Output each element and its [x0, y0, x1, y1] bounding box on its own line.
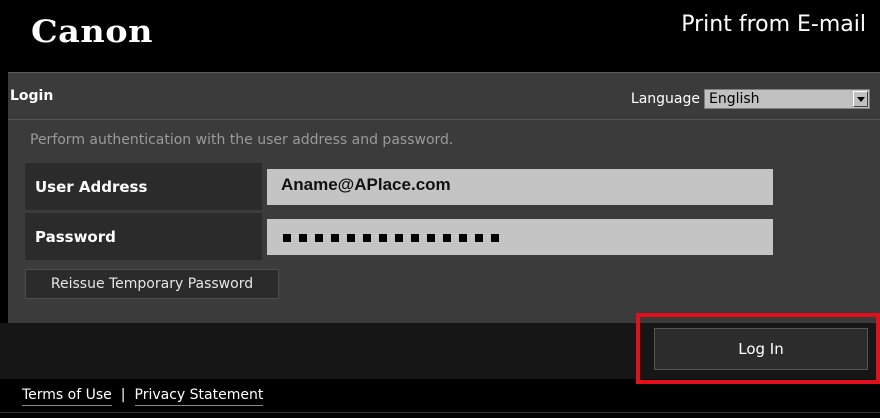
chevron-down-icon — [857, 97, 865, 102]
user-address-label-cell: User Address — [25, 163, 262, 210]
reissue-temporary-password-button[interactable]: Reissue Temporary Password — [25, 269, 279, 299]
highlight-annotation — [636, 313, 880, 384]
user-address-row: User Address Aname@APlace.com — [25, 163, 865, 210]
login-panel: Login Language English Perform authentic… — [8, 72, 880, 323]
user-address-label: User Address — [35, 178, 148, 196]
password-mask-dot — [459, 234, 467, 242]
password-mask-dot — [411, 234, 419, 242]
user-address-field[interactable]: Aname@APlace.com — [267, 169, 773, 205]
password-mask — [283, 234, 499, 242]
password-mask-dot — [443, 234, 451, 242]
footer-links: Terms of Use | Privacy Statement — [22, 387, 264, 406]
password-field[interactable] — [267, 219, 773, 255]
user-address-value: Aname@APlace.com — [281, 175, 451, 194]
language-select-value: English — [709, 91, 760, 107]
password-mask-dot — [347, 234, 355, 242]
login-title: Login — [10, 88, 54, 104]
top-bar: Canon Print from E-mail — [0, 0, 880, 70]
page: Canon Print from E-mail Login Language E… — [0, 0, 880, 418]
password-mask-dot — [379, 234, 387, 242]
password-mask-dot — [395, 234, 403, 242]
password-mask-dot — [427, 234, 435, 242]
password-row: Password — [25, 213, 865, 260]
language-select[interactable]: English — [704, 89, 870, 109]
password-mask-dot — [283, 234, 291, 242]
password-mask-dot — [315, 234, 323, 242]
language-label: Language — [630, 91, 700, 107]
app-title: Print from E-mail — [681, 12, 866, 37]
privacy-statement-link[interactable]: Privacy Statement — [134, 387, 264, 406]
login-panel-header: Login Language English — [8, 73, 880, 120]
password-mask-dot — [475, 234, 483, 242]
password-label-cell: Password — [25, 213, 262, 260]
terms-of-use-link[interactable]: Terms of Use — [22, 387, 112, 406]
canon-logo: Canon — [31, 14, 154, 50]
password-mask-dot — [363, 234, 371, 242]
password-mask-dot — [299, 234, 307, 242]
password-mask-dot — [331, 234, 339, 242]
bottom-divider — [0, 412, 880, 413]
language-dropdown-button[interactable] — [853, 91, 868, 107]
login-description: Perform authentication with the user add… — [30, 132, 454, 148]
footer-separator: | — [120, 387, 126, 403]
password-label: Password — [35, 228, 116, 246]
password-mask-dot — [491, 234, 499, 242]
